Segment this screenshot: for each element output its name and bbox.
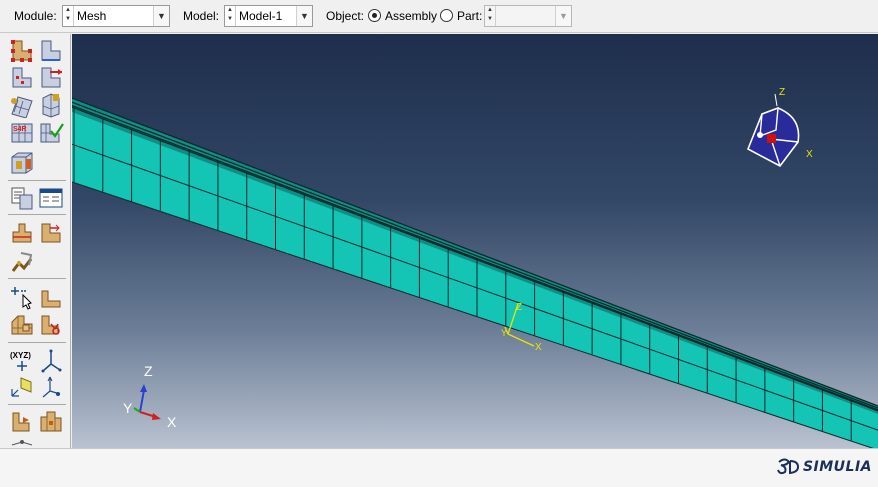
edit-mesh-icon[interactable] bbox=[9, 285, 35, 311]
simulia-logo: SIMULIA bbox=[777, 458, 872, 476]
csys-z-label: Z bbox=[516, 302, 522, 313]
model-combo[interactable]: ▲ ▼ Model-1 ▼ bbox=[224, 5, 313, 27]
assembly-label[interactable]: Assembly bbox=[385, 9, 437, 23]
module-label: Module: bbox=[14, 9, 57, 23]
svg-text:S4R: S4R bbox=[13, 126, 27, 133]
assembly-radio[interactable] bbox=[368, 9, 381, 22]
datum-plane-icon[interactable] bbox=[9, 374, 35, 400]
chevron-down-icon[interactable]: ▼ bbox=[153, 6, 169, 26]
verify-mesh-icon[interactable] bbox=[38, 119, 64, 145]
model-label: Model: bbox=[183, 9, 220, 23]
chevron-down-icon[interactable]: ▼ bbox=[555, 6, 571, 26]
part-label[interactable]: Part: bbox=[457, 9, 482, 23]
datum-point-label: (XYZ) bbox=[10, 351, 31, 360]
toolbox-separator bbox=[8, 278, 66, 279]
mesh-refine-icon[interactable] bbox=[9, 312, 35, 338]
mesh-stats-icon[interactable] bbox=[38, 185, 64, 211]
view-cube-icon[interactable]: Z X bbox=[746, 87, 813, 168]
triad-y-label: Y bbox=[123, 400, 133, 416]
part-radio[interactable] bbox=[440, 9, 453, 22]
query-icon[interactable] bbox=[9, 185, 35, 211]
partition-face-icon[interactable] bbox=[38, 220, 64, 246]
toolbox-separator bbox=[8, 214, 66, 215]
triad-x-label: X bbox=[167, 414, 177, 430]
csys-x-label: X bbox=[535, 342, 542, 353]
create-face-icon[interactable] bbox=[38, 285, 64, 311]
part-combo[interactable]: ▲ ▼ ▼ bbox=[484, 5, 572, 27]
datum-csys-icon[interactable] bbox=[38, 374, 64, 400]
simulia-wordmark: SIMULIA bbox=[802, 459, 872, 475]
graphics-viewport[interactable]: Z X Y Z X Y Z X bbox=[72, 34, 878, 448]
csys-y-label: Y bbox=[501, 328, 507, 338]
triad-z-label: Z bbox=[144, 363, 153, 379]
view-cube-x-label: X bbox=[806, 149, 813, 160]
toolbox-separator bbox=[8, 404, 66, 405]
model-value: Model-1 bbox=[239, 9, 283, 23]
abaqus-cae-window: Module: ▲ ▼ Mesh ▼ Model: ▲ ▼ Model-1 ▼ Ob… bbox=[0, 0, 878, 487]
part-instance-icon[interactable] bbox=[9, 409, 35, 435]
global-triad: Z X Y bbox=[123, 363, 177, 430]
seed-by-number-icon[interactable] bbox=[9, 65, 35, 91]
seed-bias-icon[interactable] bbox=[38, 65, 64, 91]
seed-part-icon[interactable] bbox=[9, 38, 35, 64]
toolbox-separator bbox=[8, 180, 66, 181]
mesh-region-icon[interactable] bbox=[9, 150, 35, 176]
mesh-scene: Z X Y Z X Y Z X bbox=[72, 87, 878, 448]
module-value: Mesh bbox=[77, 9, 107, 23]
toolbox-separator bbox=[8, 342, 66, 343]
more-tools-icon[interactable] bbox=[9, 436, 35, 448]
partition-cell-icon[interactable] bbox=[9, 220, 35, 246]
seed-edge-icon[interactable] bbox=[38, 38, 64, 64]
object-label: Object: bbox=[326, 9, 365, 23]
module-combo[interactable]: ▲ ▼ Mesh ▼ bbox=[62, 5, 170, 27]
part-spinner[interactable]: ▲ ▼ bbox=[485, 6, 496, 26]
chevron-down-icon[interactable]: ▼ bbox=[296, 6, 312, 26]
module-spinner[interactable]: ▲ ▼ bbox=[63, 6, 74, 26]
model-spinner[interactable]: ▲ ▼ bbox=[225, 6, 236, 26]
view-cube-z-label: Z bbox=[779, 87, 785, 98]
assembly-icon[interactable] bbox=[38, 409, 64, 435]
delete-mesh-icon[interactable] bbox=[38, 312, 64, 338]
mesh-toolbox: S4R (XYZ) bbox=[0, 34, 71, 448]
context-bar: Module: ▲ ▼ Mesh ▼ Model: ▲ ▼ Model-1 ▼ Ob… bbox=[0, 0, 878, 33]
3ds-logo-icon bbox=[777, 458, 799, 475]
datum-point-icon[interactable]: (XYZ) bbox=[9, 348, 35, 374]
datum-axis-icon[interactable] bbox=[38, 348, 64, 374]
assign-element-type-icon[interactable] bbox=[38, 92, 64, 118]
virtual-topology-icon[interactable] bbox=[9, 249, 35, 275]
mesh-line bbox=[72, 143, 878, 431]
assign-mesh-controls-icon[interactable] bbox=[9, 92, 35, 118]
prompt-area: SIMULIA bbox=[0, 448, 878, 487]
mesh-part-icon-s4r[interactable]: S4R bbox=[9, 119, 35, 145]
